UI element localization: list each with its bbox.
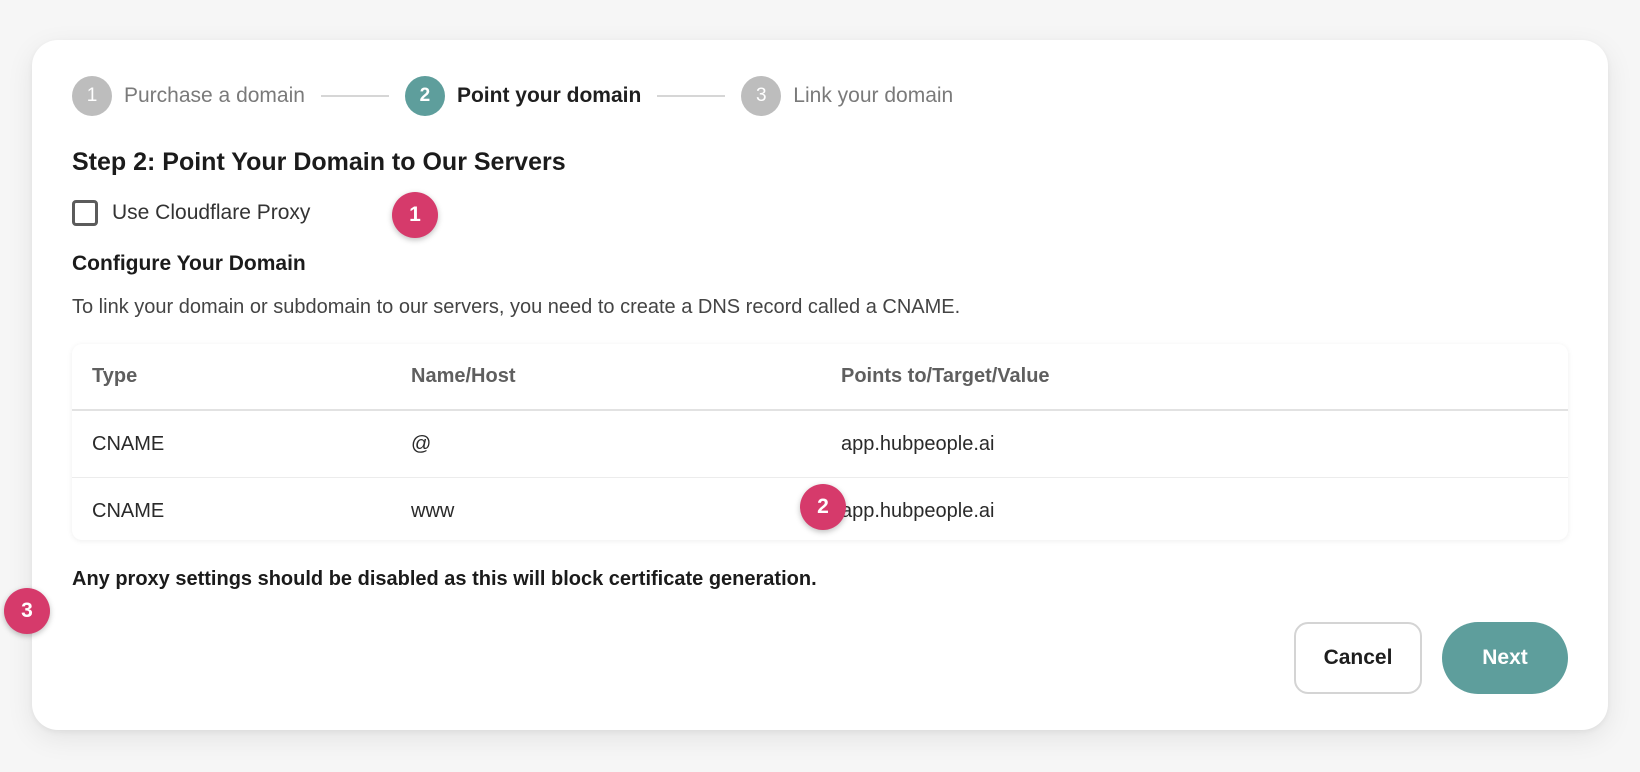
configure-heading: Configure Your Domain bbox=[72, 252, 306, 275]
step-purchase-domain[interactable]: 1 Purchase a domain bbox=[72, 76, 305, 116]
step-connector bbox=[657, 95, 726, 97]
cancel-button[interactable]: Cancel bbox=[1294, 622, 1422, 694]
stepper: 1 Purchase a domain 2 Point your domain … bbox=[72, 76, 953, 116]
cell-name-host: www bbox=[411, 500, 455, 522]
cell-type: CNAME bbox=[92, 500, 165, 522]
page-background: 1 Purchase a domain 2 Point your domain … bbox=[0, 0, 1640, 772]
table-header: Type Name/Host Points to/Target/Value bbox=[72, 344, 1568, 411]
step-point-domain[interactable]: 2 Point your domain bbox=[404, 76, 642, 116]
step-number: 1 bbox=[72, 76, 112, 116]
column-header-type: Type bbox=[92, 365, 138, 387]
step-label: Point your domain bbox=[456, 84, 642, 107]
step-label: Purchase a domain bbox=[124, 84, 305, 107]
cell-name-host: @ bbox=[411, 432, 432, 455]
step-label: Link your domain bbox=[793, 84, 954, 107]
annotation-marker-3: 3 bbox=[4, 588, 50, 634]
cell-points-to: app.hubpeople.ai bbox=[841, 500, 995, 522]
column-header-points-to: Points to/Target/Value bbox=[841, 365, 1050, 387]
step-number: 2 bbox=[404, 76, 445, 116]
page-title: Step 2: Point Your Domain to Our Servers bbox=[72, 148, 566, 176]
annotation-marker-1: 1 bbox=[392, 192, 438, 238]
proxy-warning: Any proxy settings should be disabled as… bbox=[72, 568, 817, 590]
step-connector bbox=[320, 95, 389, 97]
cell-points-to: app.hubpeople.ai bbox=[841, 432, 995, 455]
next-button[interactable]: Next bbox=[1442, 622, 1568, 694]
domain-setup-card: 1 Purchase a domain 2 Point your domain … bbox=[32, 40, 1608, 730]
configure-description: To link your domain or subdomain to our … bbox=[72, 296, 961, 318]
annotation-marker-2: 2 bbox=[800, 484, 846, 530]
step-link-domain[interactable]: 3 Link your domain bbox=[741, 76, 953, 116]
column-header-name-host: Name/Host bbox=[411, 365, 516, 387]
checkbox-icon[interactable] bbox=[72, 200, 98, 226]
checkbox-label: Use Cloudflare Proxy bbox=[112, 201, 311, 224]
step-number: 3 bbox=[741, 76, 782, 116]
table-row: CNAME @ app.hubpeople.ai bbox=[72, 411, 1568, 478]
cloudflare-proxy-checkbox[interactable]: Use Cloudflare Proxy bbox=[72, 200, 310, 226]
cell-type: CNAME bbox=[92, 432, 165, 455]
